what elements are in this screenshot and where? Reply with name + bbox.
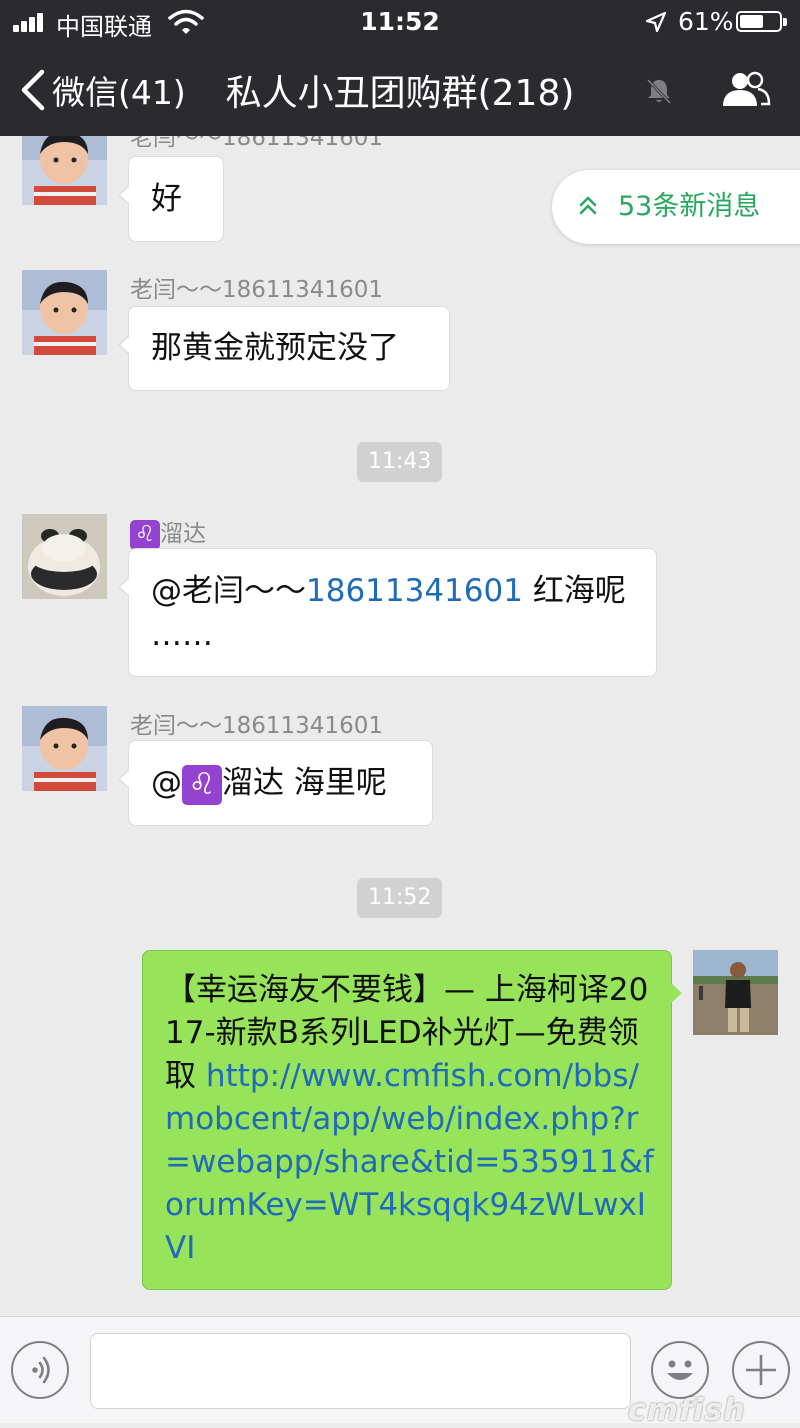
battery-icon xyxy=(736,11,787,32)
avatar[interactable] xyxy=(22,136,107,205)
message-text: 好 xyxy=(151,181,182,217)
timestamp-divider: 11:52 xyxy=(357,878,443,918)
battery-percent: 61% xyxy=(678,7,734,36)
message-text-line2: …… xyxy=(151,617,213,653)
my-avatar[interactable] xyxy=(693,950,778,1035)
avatar[interactable] xyxy=(22,514,107,599)
avatar[interactable] xyxy=(22,270,107,355)
voice-input-icon xyxy=(32,1356,50,1384)
voice-input-button[interactable] xyxy=(11,1341,69,1399)
battery-level xyxy=(740,15,764,28)
message-bubble[interactable]: 好 xyxy=(118,156,224,242)
message-outgoing-bubble[interactable]: 【幸运海友不要钱】— 上海柯译2017-新款B系列LED补光灯—免费领取 htt… xyxy=(142,950,682,1290)
status-bar: 中国联通 11:52 61% xyxy=(0,0,800,45)
message-incoming: ♌ 溜达 @老闫～～18611341601 红海呢 …… xyxy=(0,514,800,679)
message-incoming: 老闫～～18611341601 那黄金就预定没了 xyxy=(0,270,800,400)
mention: 溜达 xyxy=(222,765,284,801)
leo-sign-icon: ♌ xyxy=(130,519,160,550)
message-bubble[interactable]: @老闫～～18611341601 红海呢 …… xyxy=(118,548,657,677)
message-text: 海里呢 xyxy=(284,765,387,801)
avatar[interactable] xyxy=(22,706,107,791)
sender-name: ♌ 溜达 xyxy=(130,514,206,550)
mention: @老闫～～ xyxy=(151,573,306,609)
sender-name: 老闫～～18611341601 xyxy=(130,277,383,303)
double-chevron-up-icon xyxy=(579,196,597,215)
message-link[interactable]: http://www.cmfish.com/bbs/mobcent/app/we… xyxy=(165,1058,654,1266)
leo-sign-icon: ♌ xyxy=(182,764,222,805)
new-messages-label: 53条新消息 xyxy=(618,191,761,222)
emoji-icon xyxy=(667,1360,693,1380)
message-incoming: 老闫～～18611341601 @ ♌ 溜达 海里呢 xyxy=(0,706,800,831)
new-messages-button[interactable]: 53条新消息 xyxy=(552,170,800,244)
emoji-button[interactable] xyxy=(651,1341,709,1399)
phone-link[interactable]: 18611341601 xyxy=(306,573,523,609)
chat-title: 私人小丑团购群(218) xyxy=(225,73,575,114)
sender-name: 老闫～～18611341601 xyxy=(130,136,383,151)
sender-name: 老闫～～18611341601 xyxy=(130,713,383,739)
message-bubble[interactable]: 那黄金就预定没了 xyxy=(118,306,450,391)
group-members-icon[interactable] xyxy=(720,70,772,110)
message-bubble[interactable]: @ ♌ 溜达 海里呢 xyxy=(118,740,433,826)
timestamp-divider: 11:43 xyxy=(357,442,443,482)
message-input[interactable] xyxy=(90,1333,631,1409)
message-text: 那黄金就预定没了 xyxy=(151,330,399,366)
header: 中国联通 11:52 61% 微信(41) 私人小丑团购群(218) xyxy=(0,0,800,136)
mute-bell-icon xyxy=(646,78,672,105)
location-arrow-icon xyxy=(645,11,667,33)
message-text: 红海呢 xyxy=(522,573,626,609)
add-button[interactable] xyxy=(732,1341,790,1399)
add-icon xyxy=(746,1355,776,1385)
